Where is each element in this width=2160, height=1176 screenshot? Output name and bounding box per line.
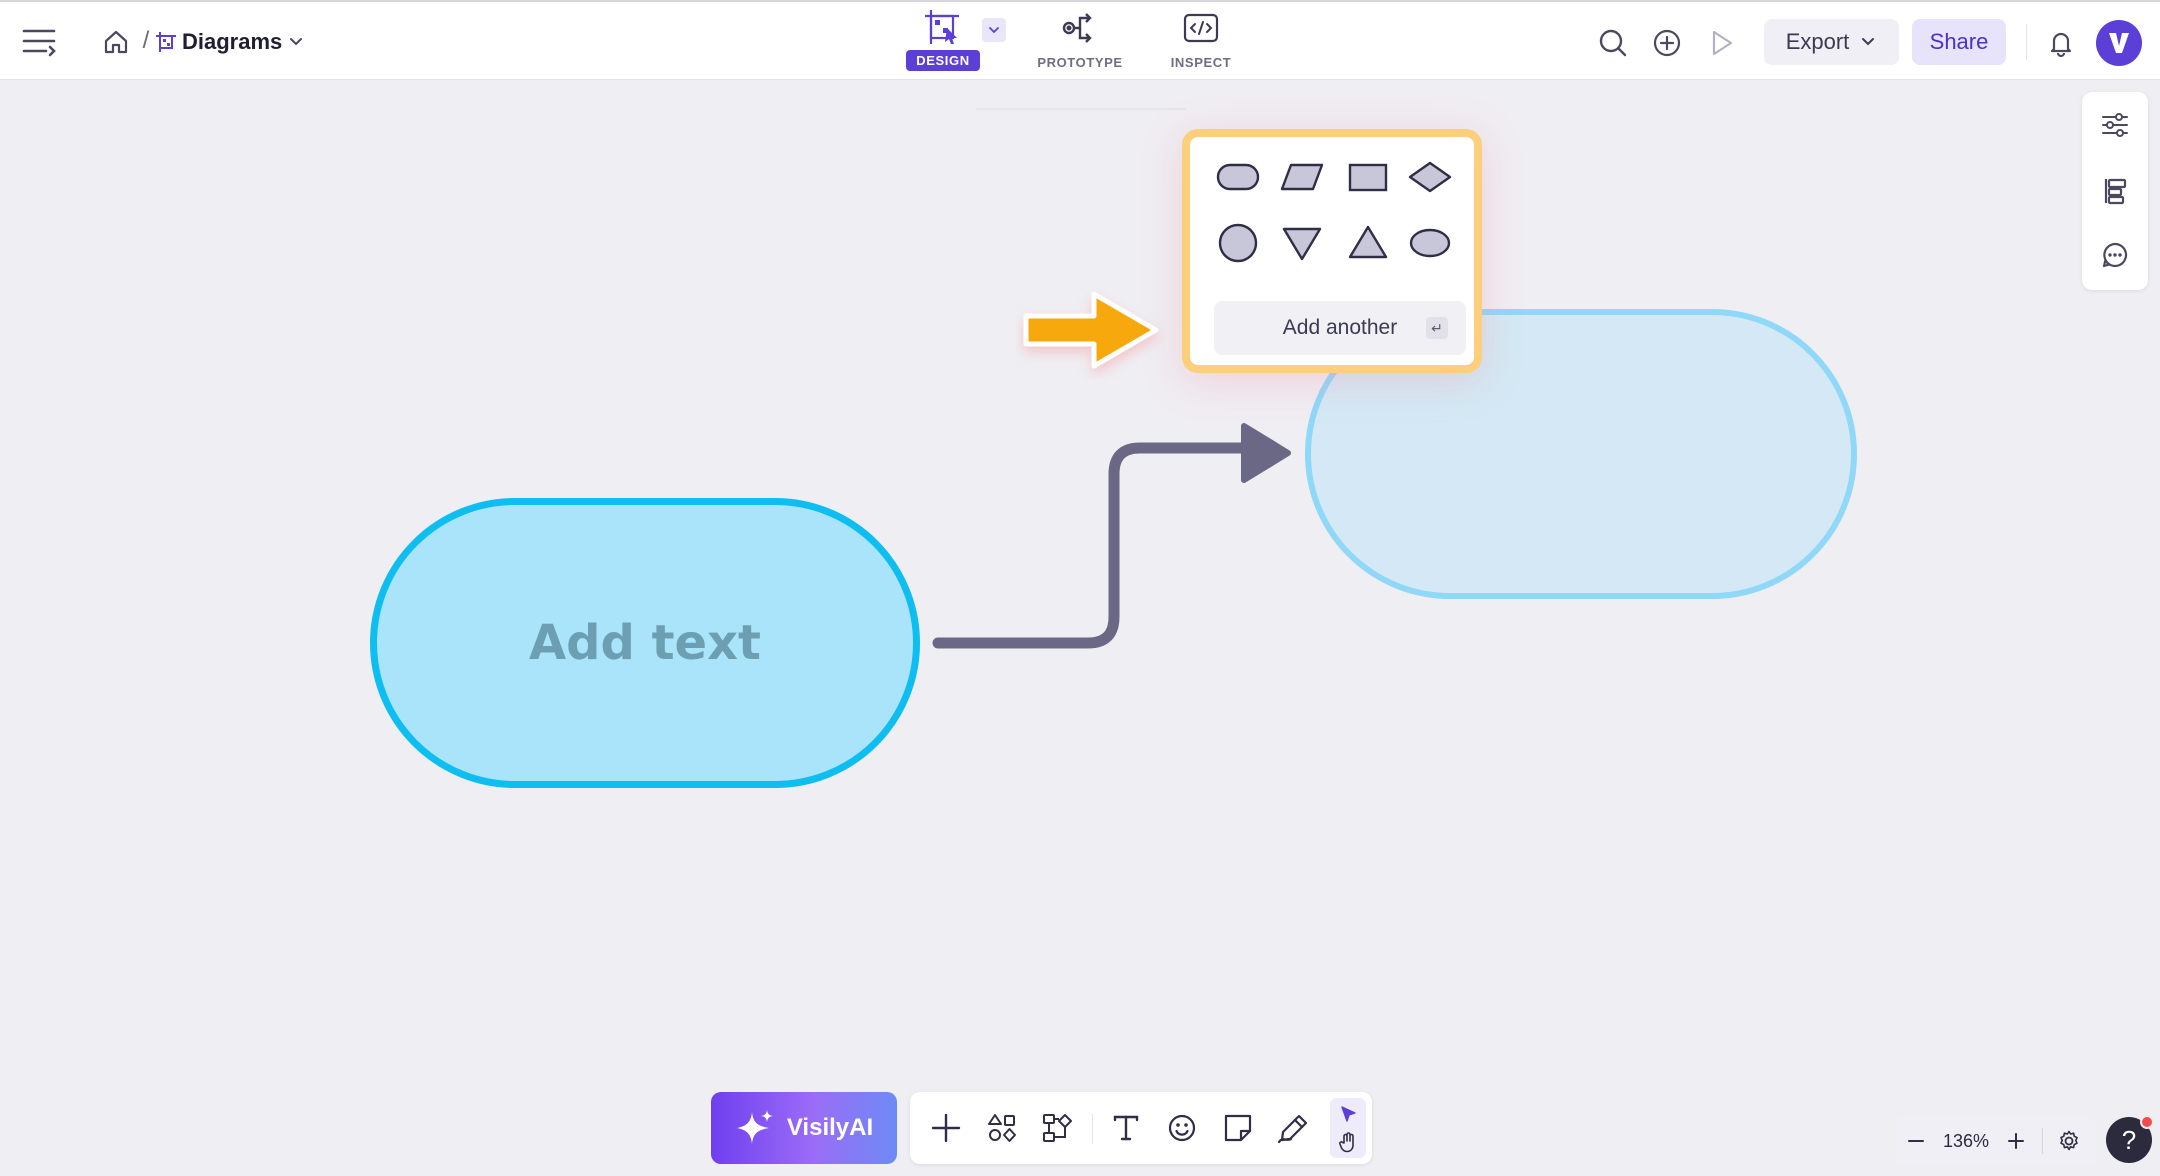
pen-icon[interactable]	[1272, 1106, 1316, 1150]
zoom-level[interactable]: 136%	[1936, 1131, 1996, 1152]
play-icon[interactable]	[1700, 22, 1742, 64]
code-icon	[1183, 13, 1219, 43]
diamond-shape-option[interactable]	[1404, 155, 1456, 199]
connector-arrow[interactable]	[0, 80, 2160, 1176]
add-another-button[interactable]: Add another ↵	[1214, 301, 1466, 355]
shape-picker-popover: Add another ↵	[1182, 129, 1482, 373]
tab-inspect[interactable]: INSPECT	[1160, 10, 1242, 76]
home-icon[interactable]	[96, 22, 136, 62]
top-bar: / Diagrams DESIGN PROTOTYPE INSPECT Expo…	[0, 0, 2160, 80]
divider	[1092, 1114, 1093, 1144]
add-another-label: Add another	[1282, 316, 1398, 339]
sticky-note-icon[interactable]	[1216, 1106, 1260, 1150]
settings-sliders-icon[interactable]	[2094, 104, 2136, 146]
rectangle-shape-option[interactable]	[1342, 155, 1394, 199]
shape-grid	[1208, 155, 1456, 275]
document-title[interactable]: Diagrams	[182, 26, 282, 58]
notification-dot	[2140, 1115, 2154, 1129]
design-icon	[925, 10, 959, 44]
help-button[interactable]: ?	[2106, 1115, 2154, 1163]
tab-design-label: DESIGN	[906, 50, 980, 71]
triangle-down-shape-option[interactable]	[1276, 221, 1328, 265]
enter-key-icon: ↵	[1426, 317, 1448, 339]
terminator-shape-selected[interactable]: Add text	[370, 498, 920, 788]
zoom-control: 136%	[1896, 1116, 2096, 1166]
bottom-toolbar	[910, 1092, 1372, 1164]
menu-icon[interactable]	[16, 20, 64, 64]
chevron-down-icon[interactable]	[282, 28, 310, 56]
layers-icon[interactable]	[2094, 170, 2136, 212]
flow-icon[interactable]	[1036, 1106, 1080, 1150]
select-icon[interactable]	[1335, 1101, 1361, 1127]
pointer-arrow-icon	[1023, 291, 1159, 369]
diagram-doc-icon	[152, 28, 180, 56]
components-icon[interactable]	[980, 1106, 1024, 1150]
ellipse-shape-option[interactable]	[1404, 221, 1456, 265]
prototype-icon	[1062, 13, 1092, 43]
tab-design[interactable]: DESIGN	[906, 10, 980, 76]
right-side-panel	[2082, 92, 2148, 290]
add-circle-icon[interactable]	[1646, 22, 1688, 64]
chevron-down-icon	[1862, 38, 1875, 46]
search-icon[interactable]	[1592, 22, 1634, 64]
divider	[2026, 24, 2027, 60]
gear-icon[interactable]	[2049, 1121, 2089, 1161]
share-button[interactable]: Share	[1912, 19, 2006, 65]
tab-prototype-label: PROTOTYPE	[1037, 55, 1123, 70]
tab-inspect-label: INSPECT	[1170, 55, 1232, 70]
export-button[interactable]: Export	[1764, 19, 1899, 65]
design-mode-chevron-icon[interactable]	[982, 18, 1006, 42]
visily-logo-icon	[2109, 33, 2129, 53]
divider	[2042, 1128, 2043, 1154]
export-label: Export	[1785, 29, 1850, 54]
circle-shape-option[interactable]	[1212, 221, 1264, 265]
visily-ai-label: VisilyAI	[786, 1114, 874, 1141]
sparkle-icon	[736, 1110, 773, 1144]
comment-icon[interactable]	[2094, 234, 2136, 276]
add-icon[interactable]	[924, 1106, 968, 1150]
canvas[interactable]: Add text Add another ↵	[0, 80, 2160, 1176]
terminator-shape-option[interactable]	[1212, 155, 1264, 199]
parallelogram-shape-option[interactable]	[1276, 155, 1328, 199]
zoom-in-icon[interactable]	[1996, 1121, 2036, 1161]
triangle-up-shape-option[interactable]	[1342, 221, 1394, 265]
bell-icon[interactable]	[2040, 22, 2082, 64]
tab-prototype[interactable]: PROTOTYPE	[1030, 10, 1130, 76]
avatar[interactable]	[2096, 20, 2142, 66]
zoom-out-icon[interactable]	[1896, 1121, 1936, 1161]
shape-text[interactable]: Add text	[529, 615, 761, 671]
visily-ai-button[interactable]: VisilyAI	[711, 1092, 897, 1164]
emoji-icon[interactable]	[1160, 1106, 1204, 1150]
pointer-tool-group	[1330, 1098, 1366, 1158]
help-label: ?	[2121, 1124, 2137, 1155]
text-icon[interactable]	[1104, 1106, 1148, 1150]
hand-icon[interactable]	[1335, 1129, 1361, 1155]
